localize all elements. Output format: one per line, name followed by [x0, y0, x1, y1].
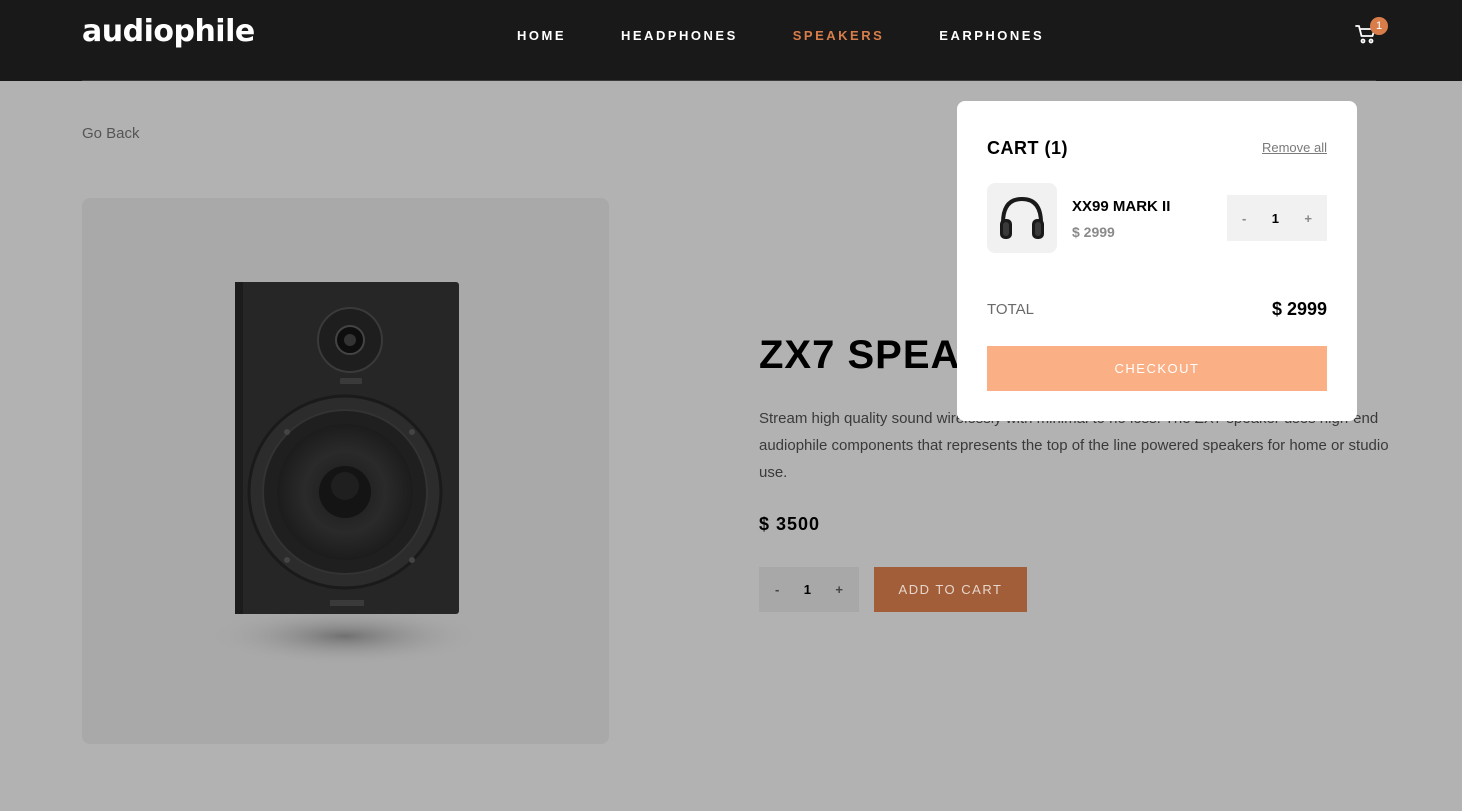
nav-earphones[interactable]: EARPHONES: [939, 28, 1044, 43]
cart-item-quantity-stepper: - 1 +: [1227, 195, 1327, 241]
speaker-illustration: [205, 282, 485, 666]
quantity-stepper: - 1 +: [759, 567, 859, 612]
nav-headphones[interactable]: HEADPHONES: [621, 28, 738, 43]
cart-qty-value: 1: [1271, 210, 1279, 226]
cart-qty-decrement-button[interactable]: -: [1242, 211, 1246, 226]
site-header: audiophile HOME HEADPHONES SPEAKERS EARP…: [0, 0, 1462, 81]
headphones-icon: [1000, 196, 1044, 239]
qty-decrement-button[interactable]: -: [775, 582, 779, 597]
cart-count-badge: 1: [1370, 17, 1388, 35]
nav-speakers[interactable]: SPEAKERS: [793, 28, 885, 43]
total-value: $ 2999: [1271, 299, 1327, 319]
logo[interactable]: audiophile: [82, 14, 255, 49]
cart-qty-increment-button[interactable]: +: [1304, 211, 1312, 226]
add-to-cart-button[interactable]: ADD TO CART: [874, 567, 1027, 612]
product-image: [82, 198, 609, 744]
go-back-link[interactable]: Go Back: [82, 125, 140, 142]
qty-value: 1: [803, 582, 811, 597]
main-nav: HOME HEADPHONES SPEAKERS EARPHONES: [517, 28, 1099, 43]
total-label: TOTAL: [987, 301, 1034, 318]
cart-modal: CART (1) Remove all XX99 MARK II $ 2999 …: [957, 101, 1357, 421]
cart-title: CART (1): [987, 138, 1068, 158]
cart-item-thumbnail: [987, 183, 1057, 253]
checkout-button[interactable]: CHECKOUT: [987, 346, 1327, 391]
header-divider: [82, 80, 1376, 81]
qty-increment-button[interactable]: +: [835, 582, 843, 597]
product-price: $ 3500: [759, 514, 821, 534]
nav-home[interactable]: HOME: [517, 28, 566, 43]
cart-item-price: $ 2999: [1072, 224, 1115, 240]
remove-all-link[interactable]: Remove all: [1262, 140, 1327, 155]
cart-item-name: XX99 MARK II: [1072, 198, 1171, 215]
